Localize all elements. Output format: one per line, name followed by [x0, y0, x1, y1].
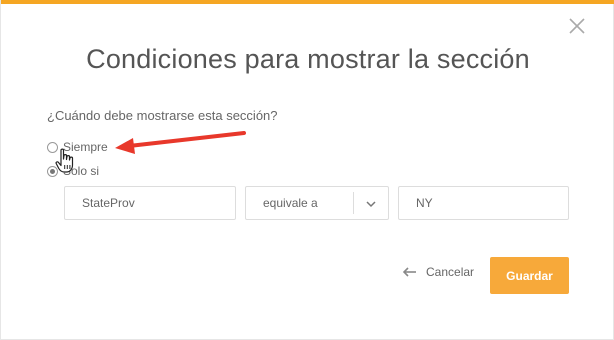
select-divider: [353, 192, 354, 214]
condition-operator-value: equivale a: [263, 196, 318, 210]
dialog-title: Condiciones para mostrar la sección: [86, 44, 530, 74]
visibility-question: ¿Cuándo debe mostrarse esta sección?: [47, 108, 278, 123]
close-icon[interactable]: [567, 16, 587, 36]
condition-field-value: StateProv: [82, 196, 135, 210]
condition-operator-select[interactable]: equivale a: [245, 186, 389, 220]
cancel-button[interactable]: Cancelar: [403, 265, 474, 279]
condition-value-input[interactable]: NY: [398, 186, 569, 220]
hand-cursor-icon: [55, 148, 74, 173]
save-button[interactable]: Guardar: [490, 257, 569, 294]
conditions-dialog: Condiciones para mostrar la sección ¿Cuá…: [0, 0, 614, 340]
annotation-arrow-icon: [115, 131, 246, 154]
chevron-down-icon[interactable]: [364, 197, 378, 211]
dialog-accent-bar: [1, 0, 614, 4]
cancel-label: Cancelar: [426, 265, 475, 279]
condition-value-text: NY: [416, 196, 433, 210]
arrow-left-icon: [403, 267, 416, 277]
condition-field-input[interactable]: StateProv: [64, 186, 236, 220]
